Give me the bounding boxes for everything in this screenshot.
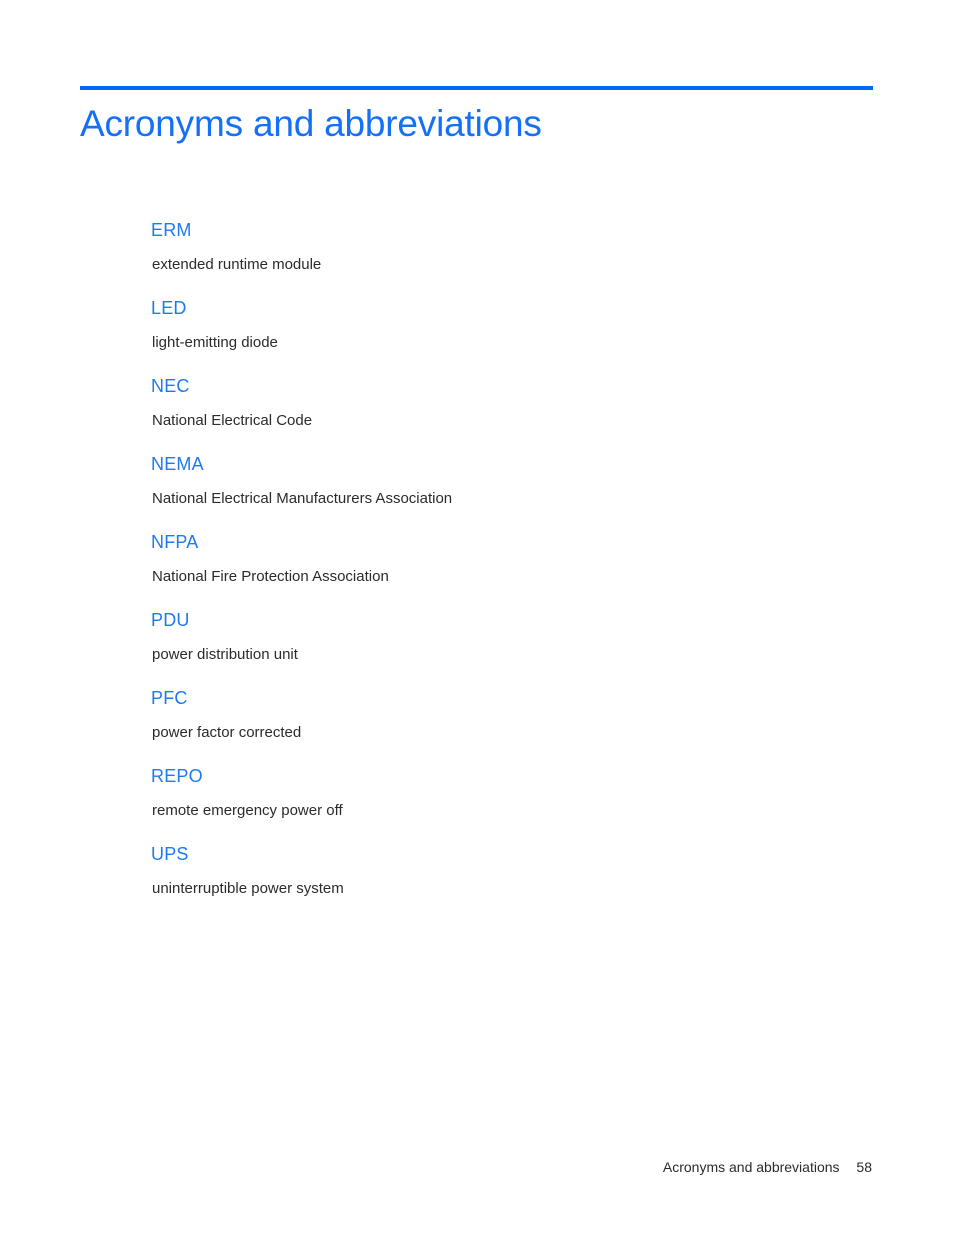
glossary-entry: PFC power factor corrected xyxy=(151,687,873,743)
glossary-definition: power factor corrected xyxy=(152,724,302,741)
footer-page-number: 58 xyxy=(856,1159,872,1175)
page-footer: Acronyms and abbreviations 58 xyxy=(80,1158,872,1177)
glossary-definition: light-emitting diode xyxy=(152,334,278,351)
glossary-entry: UPS uninterruptible power system xyxy=(151,843,873,899)
glossary-term[interactable]: LED xyxy=(151,297,873,319)
glossary-entry: LED light-emitting diode xyxy=(151,297,873,353)
glossary-entry: ERM extended runtime module xyxy=(151,219,873,275)
document-page: Acronyms and abbreviations ERM extended r… xyxy=(0,0,954,1235)
glossary-term[interactable]: ERM xyxy=(151,219,873,241)
footer-section-label: Acronyms and abbreviations xyxy=(662,1159,840,1175)
glossary-entry: REPO remote emergency power off xyxy=(151,765,873,821)
glossary-definition: uninterruptible power system xyxy=(152,880,344,897)
glossary-definition: power distribution unit xyxy=(152,646,298,663)
glossary-entry: PDU power distribution unit xyxy=(151,609,873,665)
glossary-term[interactable]: NEMA xyxy=(151,453,873,475)
glossary-term[interactable]: REPO xyxy=(151,765,873,787)
page-header: Acronyms and abbreviations xyxy=(80,86,873,147)
glossary-term[interactable]: PFC xyxy=(151,687,873,709)
glossary-definition: remote emergency power off xyxy=(152,802,343,819)
glossary-entry: NFPA National Fire Protection Association xyxy=(151,531,873,587)
page-title: Acronyms and abbreviations xyxy=(80,103,542,144)
glossary-definition: extended runtime module xyxy=(152,256,322,273)
glossary-term[interactable]: UPS xyxy=(151,843,873,865)
glossary-list: ERM extended runtime module LED light-emitt… xyxy=(151,219,873,899)
glossary-entry: NEC National Electrical Code xyxy=(151,375,873,431)
glossary-definition: National Electrical Manufacturers Associ… xyxy=(152,490,453,507)
glossary-term[interactable]: NFPA xyxy=(151,531,873,553)
glossary-entry: NEMA National Electrical Manufacturers As… xyxy=(151,453,873,509)
glossary-term[interactable]: PDU xyxy=(151,609,873,631)
glossary-term[interactable]: NEC xyxy=(151,375,873,397)
glossary-definition: National Fire Protection Association xyxy=(152,568,389,585)
glossary-definition: National Electrical Code xyxy=(152,412,313,429)
